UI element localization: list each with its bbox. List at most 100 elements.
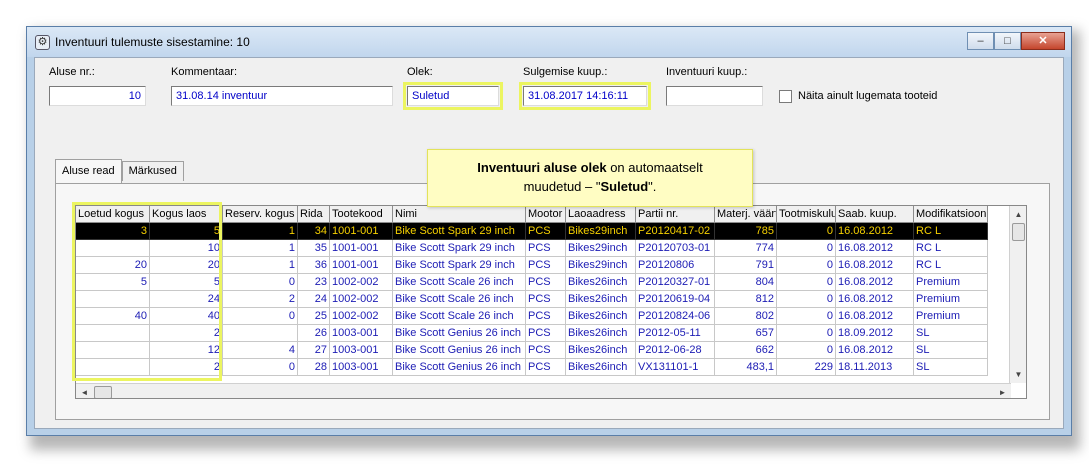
cell-batch-no[interactable]: P20120824-06: [636, 308, 715, 325]
cell-production-cost[interactable]: 0: [777, 308, 836, 325]
cell-stock-qty[interactable]: 2: [150, 359, 223, 376]
cell-arrival-date[interactable]: 16.08.2012: [836, 240, 914, 257]
cell-motor[interactable]: PCS: [526, 257, 566, 274]
cell-read-qty[interactable]: 40: [76, 308, 150, 325]
cell-production-cost[interactable]: 0: [777, 223, 836, 240]
cell-arrival-date[interactable]: 16.08.2012: [836, 223, 914, 240]
cell-read-qty[interactable]: [76, 342, 150, 359]
cell-batch-no[interactable]: P20120703-01: [636, 240, 715, 257]
cell-motor[interactable]: PCS: [526, 325, 566, 342]
cell-material-value[interactable]: 802: [715, 308, 777, 325]
cell-product-code[interactable]: 1003-001: [330, 359, 393, 376]
cell-motor[interactable]: PCS: [526, 291, 566, 308]
cell-name[interactable]: Bike Scott Scale 26 inch: [393, 291, 526, 308]
cell-material-value[interactable]: 662: [715, 342, 777, 359]
cell-stock-qty[interactable]: 12: [150, 342, 223, 359]
cell-arrival-date[interactable]: 16.08.2012: [836, 257, 914, 274]
tab-base-rows[interactable]: Aluse read: [55, 159, 122, 183]
cell-location[interactable]: Bikes26inch: [566, 342, 636, 359]
horizontal-scroll-thumb[interactable]: [94, 386, 112, 398]
cell-modification[interactable]: RC L: [914, 240, 988, 257]
cell-read-qty[interactable]: [76, 359, 150, 376]
cell-product-code[interactable]: 1002-002: [330, 308, 393, 325]
column-header-motor[interactable]: Mootor: [526, 206, 566, 223]
cell-stock-qty[interactable]: 40: [150, 308, 223, 325]
cell-location[interactable]: Bikes29inch: [566, 257, 636, 274]
cell-material-value[interactable]: 657: [715, 325, 777, 342]
scroll-right-icon[interactable]: ►: [994, 384, 1011, 398]
column-header-location[interactable]: Laoaadress: [566, 206, 636, 223]
cell-arrival-date[interactable]: 18.09.2012: [836, 325, 914, 342]
cell-batch-no[interactable]: P20120327-01: [636, 274, 715, 291]
cell-location[interactable]: Bikes26inch: [566, 359, 636, 376]
cell-reserved-qty[interactable]: 1: [223, 257, 298, 274]
cell-batch-no[interactable]: P20120619-04: [636, 291, 715, 308]
cell-name[interactable]: Bike Scott Genius 26 inch: [393, 325, 526, 342]
cell-arrival-date[interactable]: 16.08.2012: [836, 291, 914, 308]
cell-read-qty[interactable]: 3: [76, 223, 150, 240]
cell-location[interactable]: Bikes26inch: [566, 325, 636, 342]
cell-row-no[interactable]: 34: [298, 223, 330, 240]
cell-modification[interactable]: Premium: [914, 308, 988, 325]
cell-read-qty[interactable]: [76, 240, 150, 257]
cell-production-cost[interactable]: 0: [777, 274, 836, 291]
title-bar[interactable]: ⚙ Inventuuri tulemuste sisestamine: 10 –…: [27, 27, 1071, 57]
cell-batch-no[interactable]: VX131101-1: [636, 359, 715, 376]
cell-location[interactable]: Bikes29inch: [566, 223, 636, 240]
cell-modification[interactable]: SL: [914, 342, 988, 359]
close-button[interactable]: ✕: [1021, 32, 1065, 50]
cell-arrival-date[interactable]: 18.11.2013: [836, 359, 914, 376]
column-header-reserved-qty[interactable]: Reserv. kogus: [223, 206, 298, 223]
scroll-down-icon[interactable]: ▼: [1010, 366, 1026, 383]
comment-field[interactable]: 31.08.14 inventuur: [171, 86, 393, 106]
cell-product-code[interactable]: 1001-001: [330, 240, 393, 257]
maximize-button[interactable]: □: [994, 32, 1021, 50]
cell-motor[interactable]: PCS: [526, 359, 566, 376]
cell-row-no[interactable]: 28: [298, 359, 330, 376]
cell-location[interactable]: Bikes29inch: [566, 240, 636, 257]
cell-name[interactable]: Bike Scott Genius 26 inch: [393, 359, 526, 376]
vertical-scroll-thumb[interactable]: [1012, 223, 1025, 241]
cell-modification[interactable]: RC L: [914, 223, 988, 240]
cell-batch-no[interactable]: P2012-06-28: [636, 342, 715, 359]
unread-only-checkbox[interactable]: [779, 90, 792, 103]
cell-reserved-qty[interactable]: [223, 325, 298, 342]
cell-arrival-date[interactable]: 16.08.2012: [836, 308, 914, 325]
cell-batch-no[interactable]: P20120417-02: [636, 223, 715, 240]
cell-motor[interactable]: PCS: [526, 240, 566, 257]
cell-product-code[interactable]: 1001-001: [330, 223, 393, 240]
status-field[interactable]: Suletud: [403, 82, 503, 110]
cell-stock-qty[interactable]: 24: [150, 291, 223, 308]
cell-row-no[interactable]: 35: [298, 240, 330, 257]
cell-row-no[interactable]: 36: [298, 257, 330, 274]
cell-reserved-qty[interactable]: 0: [223, 274, 298, 291]
cell-reserved-qty[interactable]: 0: [223, 308, 298, 325]
cell-motor[interactable]: PCS: [526, 342, 566, 359]
cell-read-qty[interactable]: 20: [76, 257, 150, 274]
cell-material-value[interactable]: 483,1: [715, 359, 777, 376]
column-header-material-value[interactable]: Materj. väärtus: [715, 206, 777, 223]
cell-arrival-date[interactable]: 16.08.2012: [836, 342, 914, 359]
scroll-left-icon[interactable]: ◄: [76, 384, 93, 398]
cell-material-value[interactable]: 791: [715, 257, 777, 274]
cell-row-no[interactable]: 27: [298, 342, 330, 359]
vertical-scrollbar[interactable]: ▲ ▼: [1009, 206, 1026, 383]
base-nr-field[interactable]: 10: [49, 86, 146, 106]
cell-read-qty[interactable]: [76, 325, 150, 342]
cell-stock-qty[interactable]: 2: [150, 325, 223, 342]
cell-name[interactable]: Bike Scott Spark 29 inch: [393, 257, 526, 274]
tab-remarks[interactable]: Märkused: [121, 161, 184, 181]
cell-modification[interactable]: RC L: [914, 257, 988, 274]
inventory-grid[interactable]: Loetud kogus Kogus laos Reserv. kogus Rida T…: [75, 205, 1027, 399]
cell-location[interactable]: Bikes26inch: [566, 274, 636, 291]
cell-motor[interactable]: PCS: [526, 274, 566, 291]
cell-product-code[interactable]: 1002-002: [330, 291, 393, 308]
cell-production-cost[interactable]: 0: [777, 291, 836, 308]
cell-material-value[interactable]: 804: [715, 274, 777, 291]
cell-reserved-qty[interactable]: 0: [223, 359, 298, 376]
cell-batch-no[interactable]: P2012-05-11: [636, 325, 715, 342]
cell-row-no[interactable]: 24: [298, 291, 330, 308]
cell-name[interactable]: Bike Scott Spark 29 inch: [393, 240, 526, 257]
cell-product-code[interactable]: 1003-001: [330, 325, 393, 342]
cell-name[interactable]: Bike Scott Scale 26 inch: [393, 308, 526, 325]
